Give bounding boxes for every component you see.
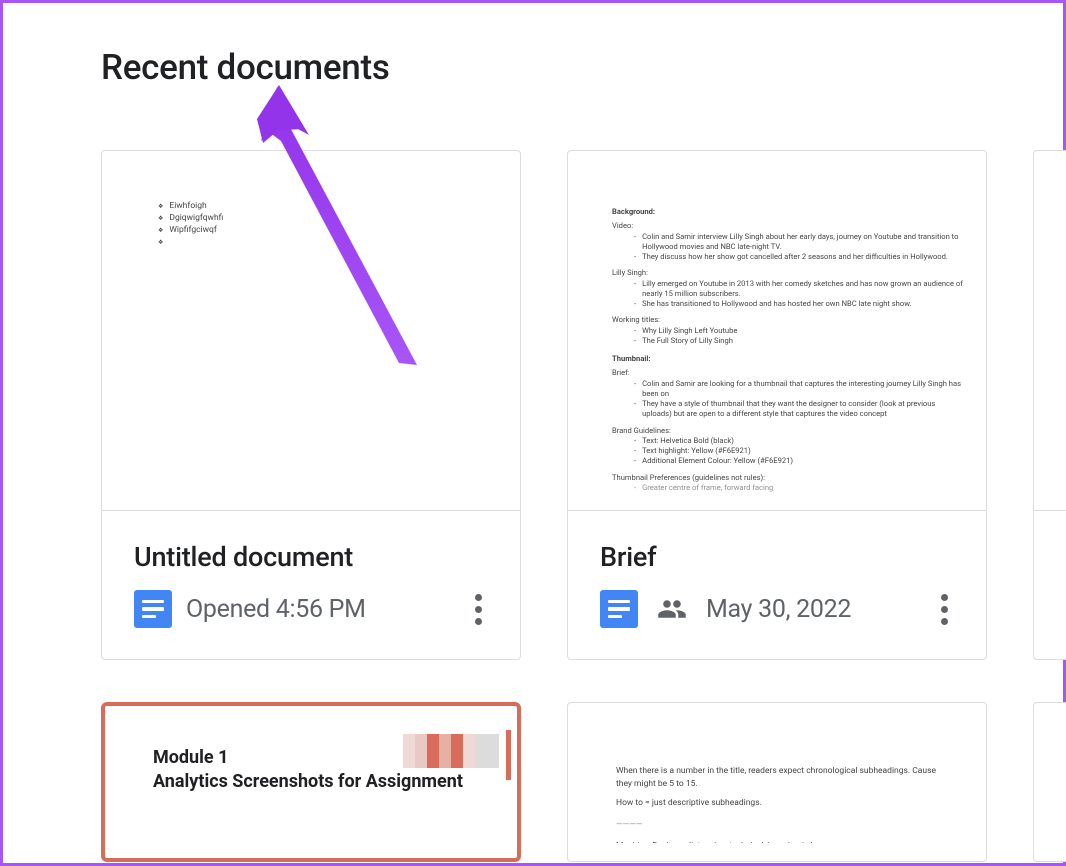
- more-options-button[interactable]: [924, 589, 964, 629]
- page-title: Recent documents: [3, 3, 1063, 88]
- document-thumbnail: Background: Video: -Colin and Samir inte…: [568, 151, 986, 511]
- document-meta: Brief May 30, 2022: [568, 511, 986, 659]
- docs-icon: [134, 590, 172, 628]
- document-thumbnail: When there is a number in the title, rea…: [568, 703, 986, 843]
- docs-icon: [600, 590, 638, 628]
- document-meta: [1034, 511, 1066, 658]
- document-title: Untitled document: [134, 541, 498, 573]
- document-card[interactable]: Background: Video: -Colin and Samir inte…: [567, 150, 987, 660]
- document-title: Brief: [600, 541, 964, 573]
- document-card[interactable]: ❖Eiwhfoigh ❖Dgiqwigfqwhfi ❖Wipfifgciwqf …: [101, 150, 521, 660]
- document-row: ❖Eiwhfoigh ❖Dgiqwigfqwhfi ❖Wipfifgciwqf …: [3, 88, 1063, 660]
- document-timestamp: Opened 4:56 PM: [186, 595, 366, 624]
- document-thumbnail: ❖Eiwhfoigh ❖Dgiqwigfqwhfi ❖Wipfifgciwqf …: [102, 151, 520, 511]
- document-card[interactable]: When there is a number in the title, rea…: [567, 702, 987, 862]
- more-options-button[interactable]: [458, 589, 498, 629]
- pixelated-image-icon: [403, 734, 499, 768]
- document-thumbnail: Module 1 Analytics Screenshots for Assig…: [105, 706, 517, 846]
- document-card[interactable]: Module 1 Analytics Screenshots for Assig…: [101, 702, 521, 862]
- document-meta: Untitled document Opened 4:56 PM: [102, 511, 520, 659]
- document-thumbnail: [1034, 703, 1066, 843]
- document-card[interactable]: [1033, 702, 1066, 862]
- document-timestamp: May 30, 2022: [706, 595, 851, 624]
- document-thumbnail: [1034, 151, 1066, 511]
- document-card[interactable]: [1033, 150, 1066, 660]
- shared-icon: [652, 594, 692, 624]
- document-row: Module 1 Analytics Screenshots for Assig…: [3, 660, 1063, 862]
- scrollbar-indicator-icon: [506, 730, 511, 780]
